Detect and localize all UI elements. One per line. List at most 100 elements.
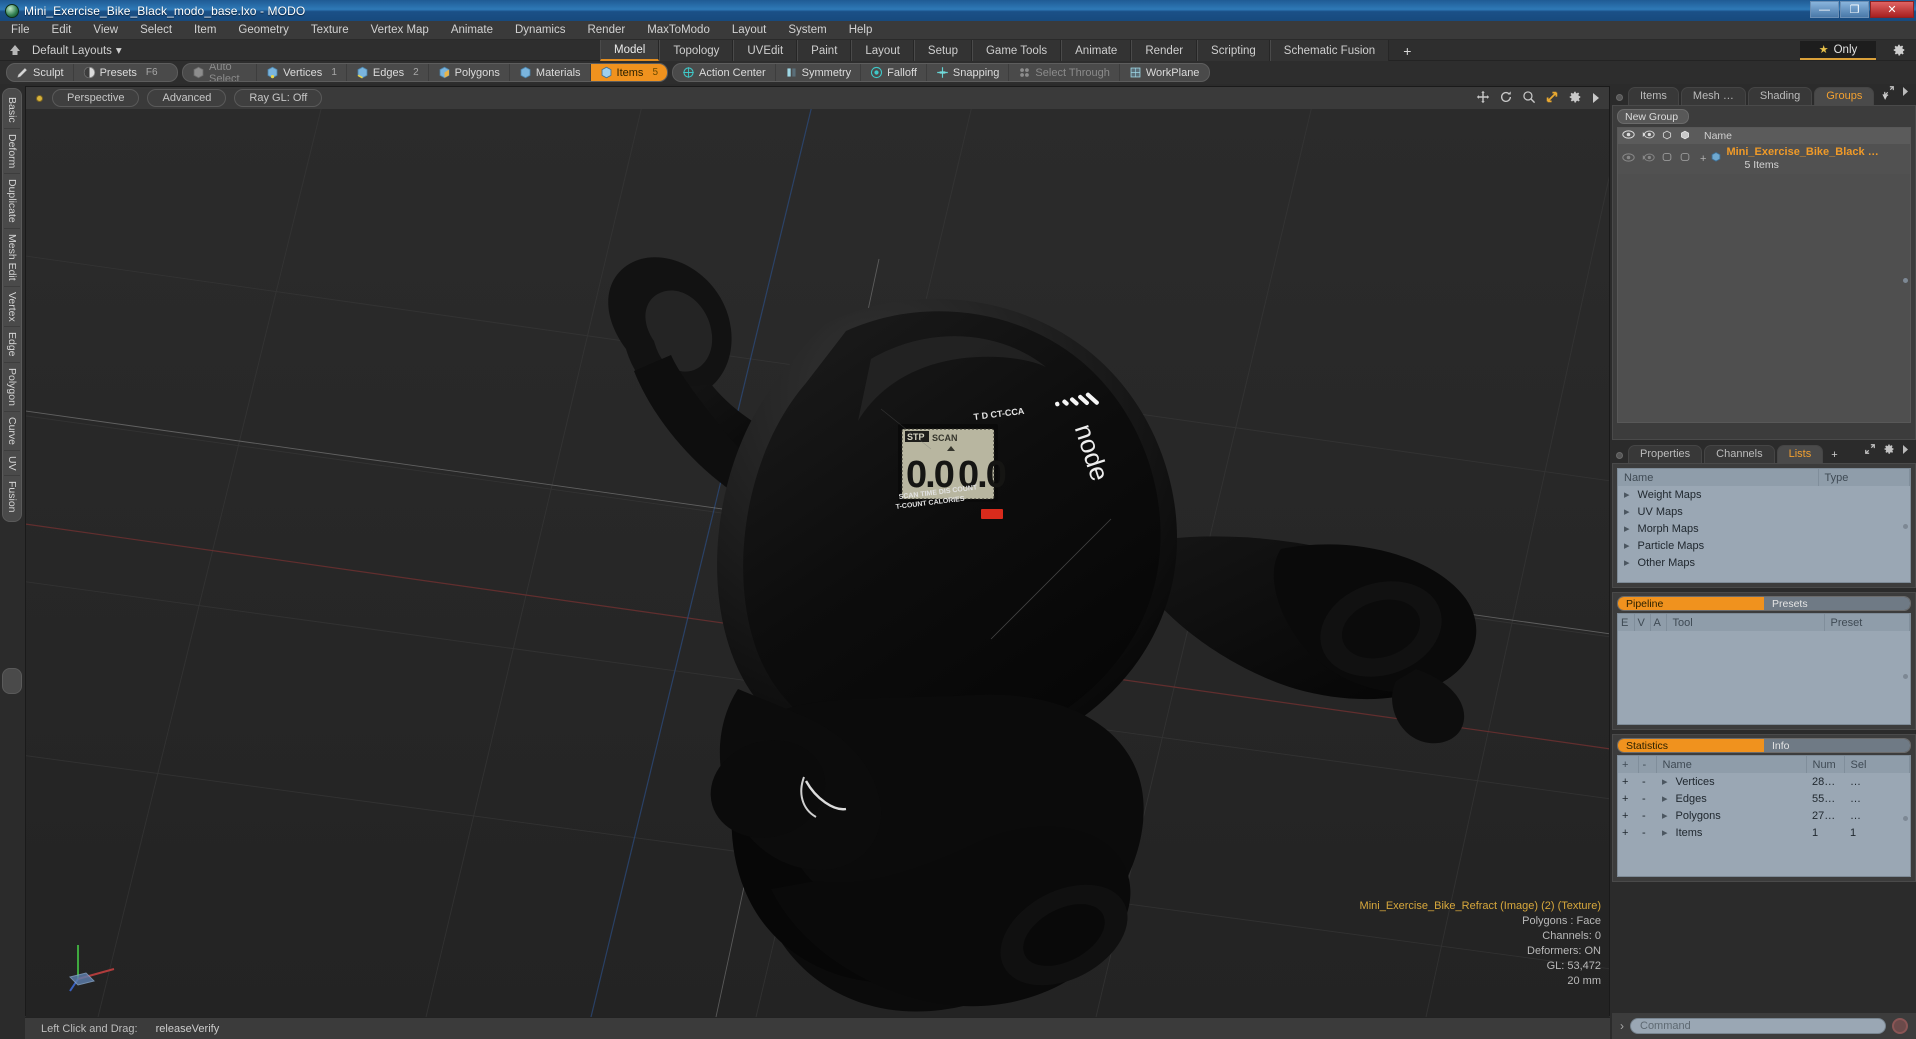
stat-remove-button[interactable]: -	[1638, 824, 1656, 841]
layout-tab-model[interactable]: Model	[600, 40, 660, 61]
table-row[interactable]: + - ▸ Edges 55… …	[1618, 790, 1910, 807]
left-tab-polygon[interactable]: Polygon	[4, 363, 20, 412]
statistics-table[interactable]: + - Name Num Sel + - ▸ Vertices 28… … + -…	[1617, 755, 1911, 877]
left-tab-curve[interactable]: Curve	[4, 412, 20, 451]
lock-icon[interactable]	[1658, 129, 1676, 144]
row-wire-toggle[interactable]	[1676, 150, 1694, 168]
left-tab-mesh-edit[interactable]: Mesh Edit	[4, 229, 20, 287]
tab-channels[interactable]: Channels	[1704, 445, 1775, 463]
viewport-raygl-toggle[interactable]: Ray GL: Off	[234, 89, 323, 107]
expand-icon[interactable]	[1864, 442, 1876, 460]
stat-remove-button[interactable]: -	[1638, 790, 1656, 807]
expand-arrow-icon[interactable]: ▸	[1662, 827, 1668, 839]
more-icon[interactable]	[1591, 91, 1601, 109]
list-item[interactable]: ▸ Particle Maps	[1618, 537, 1910, 554]
statistics-scroll-nub[interactable]	[1903, 816, 1908, 821]
layout-tab-animate[interactable]: Animate	[1061, 40, 1132, 61]
left-tab-collapsed-group[interactable]	[2, 668, 22, 694]
axis-gizmo[interactable]	[48, 915, 128, 995]
close-button[interactable]: ✕	[1870, 1, 1914, 18]
presets-button[interactable]: Presets F6	[74, 64, 167, 81]
workplane-button[interactable]: WorkPlane	[1120, 64, 1209, 81]
menu-item-select[interactable]: Select	[129, 22, 183, 38]
falloff-button[interactable]: Falloff	[861, 64, 927, 81]
snapping-button[interactable]: Snapping	[927, 64, 1010, 81]
add-layout-tab-button[interactable]: +	[1389, 40, 1425, 61]
table-row[interactable]: + - ▸ Vertices 28… …	[1618, 773, 1910, 790]
pipeline-table[interactable]: E V A Tool Preset	[1617, 613, 1911, 725]
select-through-button[interactable]: Select Through	[1009, 64, 1120, 81]
gear-icon[interactable]	[1892, 43, 1906, 62]
layout-tab-paint[interactable]: Paint	[797, 40, 852, 61]
row-render-icon[interactable]	[1638, 150, 1658, 168]
more-arrow-icon[interactable]	[1902, 442, 1910, 460]
tab-mesh[interactable]: Mesh …	[1680, 87, 1746, 105]
window-controls[interactable]: — ❐ ✕	[1810, 1, 1914, 18]
active-viewport-dot[interactable]	[36, 94, 43, 102]
layout-tab-game-tools[interactable]: Game Tools	[971, 40, 1062, 61]
menu-item-item[interactable]: Item	[183, 22, 227, 38]
zoom-icon[interactable]	[1522, 90, 1536, 109]
groups-tree[interactable]: Name + Mini_Exercise_Bike_Black … 5 Item…	[1617, 127, 1911, 423]
table-row[interactable]: + Mini_Exercise_Bike_Black … 5 Items	[1618, 144, 1910, 174]
viewport-view-selector[interactable]: Perspective	[52, 89, 140, 107]
table-row[interactable]: + - ▸ Items 1 1	[1618, 824, 1910, 841]
gear-icon[interactable]	[1883, 442, 1895, 460]
left-tab-uv[interactable]: UV	[4, 451, 20, 477]
tab-info[interactable]: Info	[1764, 739, 1910, 752]
menu-item-animate[interactable]: Animate	[440, 22, 504, 38]
left-tab-duplicate[interactable]: Duplicate	[4, 174, 20, 229]
expand-arrow-icon[interactable]: ▸	[1662, 776, 1668, 788]
record-icon[interactable]	[1892, 1018, 1908, 1034]
auto-select-button[interactable]: Auto Select	[183, 64, 258, 81]
stat-add-button[interactable]: +	[1618, 773, 1638, 790]
materials-button[interactable]: Materials	[510, 64, 591, 81]
panel-active-dot[interactable]	[1616, 94, 1623, 101]
menu-item-edit[interactable]: Edit	[41, 22, 83, 38]
stat-add-button[interactable]: +	[1618, 824, 1638, 841]
eye-icon[interactable]	[1618, 129, 1638, 143]
action-center-button[interactable]: Action Center	[673, 64, 776, 81]
left-tab-deform[interactable]: Deform	[4, 129, 20, 175]
expand-arrow-icon[interactable]: ▸	[1624, 540, 1630, 552]
list-item[interactable]: ▸ Weight Maps	[1618, 486, 1910, 503]
layout-tab-render[interactable]: Render	[1131, 40, 1198, 61]
stat-add-button[interactable]: +	[1618, 790, 1638, 807]
layout-tab-scripting[interactable]: Scripting	[1197, 40, 1270, 61]
row-lock-toggle[interactable]	[1658, 150, 1676, 168]
menu-item-dynamics[interactable]: Dynamics	[504, 22, 576, 38]
layout-tab-setup[interactable]: Setup	[913, 40, 972, 61]
expand-arrow-icon[interactable]: ▸	[1624, 506, 1630, 518]
table-row[interactable]: + - ▸ Polygons 27… …	[1618, 807, 1910, 824]
expand-arrow-icon[interactable]: ▸	[1662, 810, 1668, 822]
items-button[interactable]: Items 5	[590, 64, 667, 81]
tab-shading[interactable]: Shading	[1747, 87, 1813, 105]
viewport-shading-selector[interactable]: Advanced	[147, 89, 227, 107]
groups-scroll-nub[interactable]	[1903, 278, 1908, 283]
tab-statistics[interactable]: Statistics	[1618, 739, 1764, 752]
panel-active-dot-2[interactable]	[1616, 452, 1623, 459]
tab-properties[interactable]: Properties	[1628, 445, 1703, 463]
home-icon[interactable]	[8, 43, 22, 57]
add-panel-tab-button[interactable]: +	[1825, 447, 1843, 463]
edges-button[interactable]: Edges 2	[347, 64, 429, 81]
layout-tab-topology[interactable]: Topology	[659, 40, 734, 61]
render-icon[interactable]	[1638, 129, 1658, 143]
new-group-button[interactable]: New Group	[1617, 109, 1689, 124]
left-tab-basic[interactable]: Basic	[4, 92, 20, 129]
wire-icon[interactable]	[1676, 129, 1694, 144]
list-item[interactable]: ▸ Morph Maps	[1618, 520, 1910, 537]
minimize-button[interactable]: —	[1810, 1, 1839, 18]
only-toggle-button[interactable]: ★ Only	[1800, 41, 1876, 60]
menu-item-layout[interactable]: Layout	[721, 22, 778, 38]
pipeline-scroll-nub[interactable]	[1903, 674, 1908, 679]
maximize-button[interactable]: ❐	[1840, 1, 1869, 18]
lists-scroll-nub[interactable]	[1903, 524, 1908, 529]
vertices-button[interactable]: Vertices 1	[257, 64, 347, 81]
left-tab-fusion[interactable]: Fusion	[4, 476, 20, 518]
row-eye-icon[interactable]	[1618, 150, 1638, 168]
expand-arrow-icon[interactable]: ▸	[1624, 523, 1630, 535]
menu-item-help[interactable]: Help	[838, 22, 884, 38]
menu-item-vertex-map[interactable]: Vertex Map	[360, 22, 440, 38]
lists-table[interactable]: Name Type ▸ Weight Maps ▸ UV Maps ▸ Morph M…	[1617, 468, 1911, 583]
